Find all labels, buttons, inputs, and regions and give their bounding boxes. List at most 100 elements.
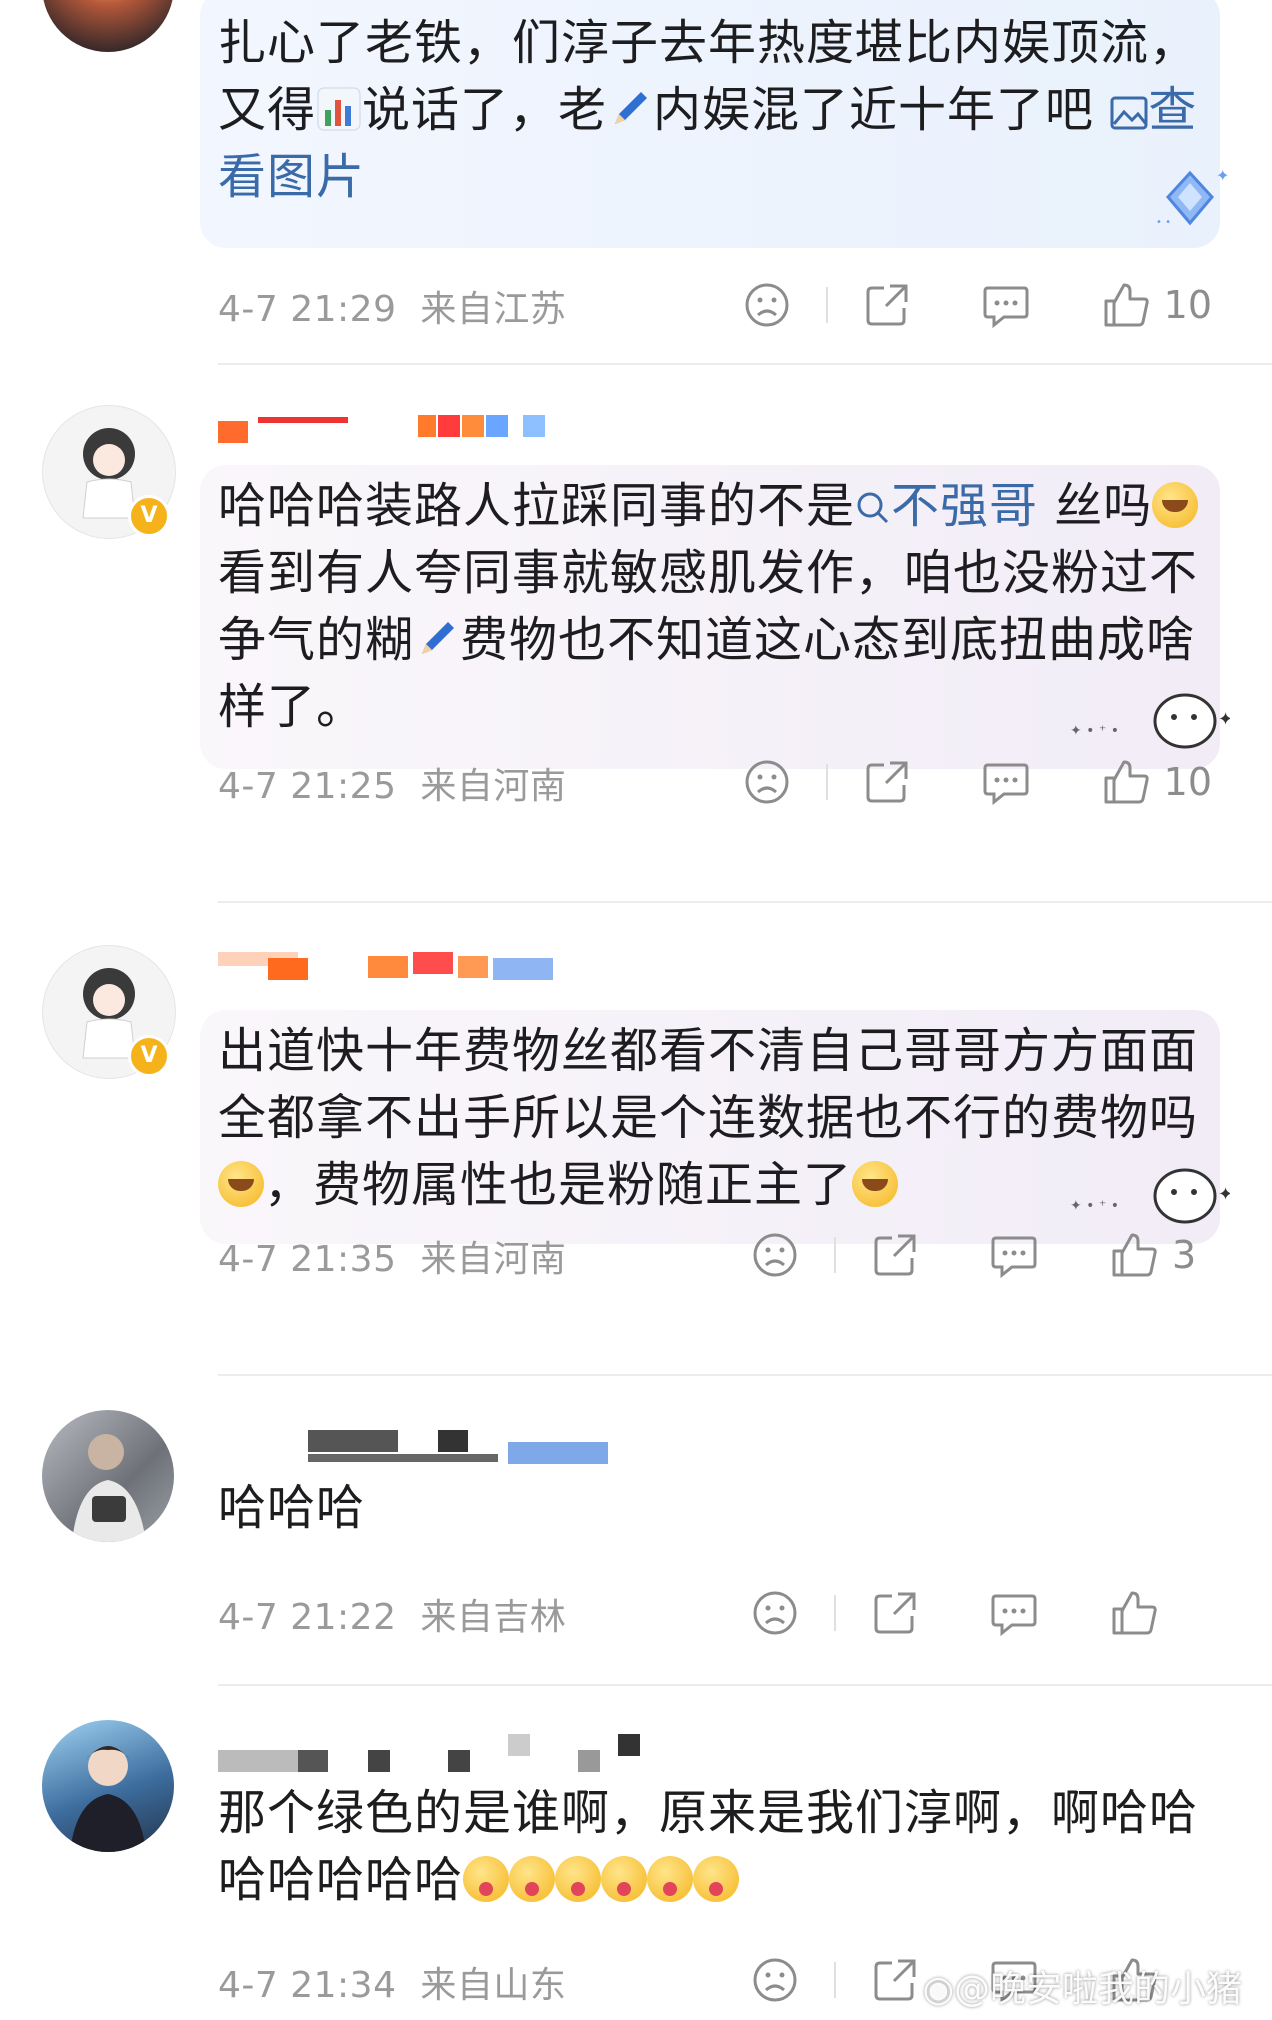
share-icon — [866, 761, 908, 803]
crying-emoji-icon — [852, 1161, 899, 1207]
comment-divider — [218, 1684, 1272, 1686]
avatar[interactable] — [42, 1720, 174, 1852]
comment-text: 扎心了老铁，们淳子去年热度堪比内娱顶流，又得 说话了，老 内娱混了近十年了吧 查看图… — [218, 15, 1199, 205]
tongue-emoji-icon — [693, 1856, 740, 1902]
like-button[interactable]: 10 — [1102, 281, 1212, 329]
sad-face-icon — [753, 1958, 797, 2002]
comment-text: 出道快十年费物丝都看不清自己哥哥方方面面全都拿不出手所以是个连数据也不行的费物吗… — [218, 1023, 1199, 1213]
share-button[interactable] — [864, 282, 910, 328]
comment-bubble-icon — [991, 1594, 1037, 1636]
comment-item: V 哈哈哈装路人拉踩同事的不是 不强哥 丝吗看到有人夸同事就敏感肌发作，咱也没粉过… — [0, 395, 1272, 903]
dislike-button[interactable] — [752, 1232, 798, 1278]
comment-meta: 4-7 21:29 来自江苏 — [218, 289, 567, 330]
thumbs-up-icon — [1112, 1233, 1157, 1277]
pen-emoji-icon — [615, 92, 648, 124]
like-count: 3 — [1172, 1233, 1197, 1277]
sad-face-icon — [745, 760, 789, 804]
share-icon — [874, 1234, 916, 1276]
diamond-sticker-icon: ✦ • • — [1156, 166, 1229, 228]
thumbs-up-icon — [1104, 760, 1149, 804]
tongue-emoji-icon — [555, 1856, 602, 1902]
person-photo-icon — [70, 1746, 146, 1852]
comment-meta: 4-7 21:34 来自山东 — [218, 1965, 567, 2006]
like-button[interactable] — [1110, 1589, 1212, 1637]
svg-text:✦: ✦ — [1218, 1184, 1230, 1205]
tongue-emoji-icon — [601, 1856, 648, 1902]
comment-bubble-icon — [991, 1236, 1037, 1278]
like-count: 10 — [1163, 760, 1212, 804]
comment-actions: 10 — [744, 752, 1212, 812]
divider — [825, 764, 828, 800]
comment-item: V 出道快十年费物丝都看不清自己哥哥方方面面全都拿不出手所以是个连数据也不行的费… — [0, 940, 1272, 1376]
weibo-logo-icon: ◉ — [922, 1969, 954, 2010]
comment-actions: 3 — [752, 1225, 1212, 1285]
dislike-button[interactable] — [752, 1957, 798, 2003]
comment-meta: 4-7 21:35 来自河南 — [218, 1239, 567, 1280]
share-button[interactable] — [872, 1590, 918, 1636]
divider — [834, 1595, 836, 1631]
comment-text: 那个绿色的是谁啊，原来是我们淳啊，啊哈哈哈哈哈哈哈 — [218, 1785, 1199, 1908]
share-button[interactable] — [872, 1232, 918, 1278]
reply-button[interactable] — [990, 1232, 1038, 1278]
like-button[interactable]: 10 — [1102, 758, 1212, 806]
svg-text:✦ • ⁺ •: ✦ • ⁺ • — [1070, 1198, 1119, 1214]
comment-divider — [218, 1374, 1272, 1376]
share-button[interactable] — [864, 759, 910, 805]
image-icon — [1110, 96, 1148, 130]
like-count: 10 — [1163, 283, 1212, 327]
comment-item: 哈哈哈 4-7 21:22 来自吉林 — [0, 1410, 1272, 1690]
reply-button[interactable] — [982, 759, 1030, 805]
bear-sticker-icon: ✦ • ⁺ • ✦ — [1070, 1168, 1230, 1224]
divider — [825, 287, 828, 323]
share-icon — [874, 1959, 916, 2001]
svg-text:• •: • • — [1156, 217, 1171, 228]
topic-mention-link[interactable]: 不强哥 — [855, 478, 1038, 534]
divider — [834, 1237, 836, 1273]
dislike-button[interactable] — [744, 282, 790, 328]
username-redacted — [218, 952, 558, 980]
username-redacted — [218, 415, 558, 443]
comment-text: 哈哈哈 — [218, 1480, 366, 1536]
share-icon — [866, 284, 908, 326]
pen-emoji-icon — [422, 622, 455, 654]
comment-actions: 10 — [744, 275, 1212, 335]
thumbs-up-icon — [1104, 283, 1149, 327]
bar-chart-emoji-icon — [317, 87, 361, 131]
watermark: ◉@晚安啦我的小猪 — [922, 1969, 1242, 2010]
dislike-button[interactable] — [744, 759, 790, 805]
comment-item: 扎心了老铁，们淳子去年热度堪比内娱顶流，又得 说话了，老 内娱混了近十年了吧 查看图… — [0, 0, 1272, 365]
svg-text:✦ • ⁺ •: ✦ • ⁺ • — [1070, 723, 1119, 739]
sad-face-icon — [745, 283, 789, 327]
svg-text:✦: ✦ — [1216, 166, 1229, 185]
username-redacted — [218, 1734, 648, 1772]
tongue-emoji-icon — [463, 1856, 510, 1902]
comment-actions — [752, 1583, 1212, 1643]
comment-meta: 4-7 21:22 来自吉林 — [218, 1597, 567, 1638]
verified-badge: V — [128, 1035, 170, 1077]
reply-button[interactable] — [982, 282, 1030, 328]
verified-badge: V — [128, 495, 170, 537]
comment-meta: 4-7 21:25 来自河南 — [218, 766, 567, 807]
comment-bubble-icon — [983, 763, 1029, 805]
comment-bubble-icon — [983, 286, 1029, 328]
sad-face-icon — [753, 1591, 797, 1635]
svg-text:✦: ✦ — [1218, 709, 1230, 730]
crying-emoji-icon — [1152, 482, 1199, 528]
dislike-button[interactable] — [752, 1590, 798, 1636]
comment-divider — [218, 363, 1272, 365]
avatar[interactable] — [42, 1410, 174, 1542]
share-icon — [874, 1592, 916, 1634]
comment-text: 哈哈哈装路人拉踩同事的不是 不强哥 丝吗看到有人夸同事就敏感肌发作，咱也没粉过不争… — [218, 478, 1199, 735]
sad-face-icon — [753, 1233, 797, 1277]
tongue-emoji-icon — [509, 1856, 556, 1902]
thumbs-up-icon — [1112, 1591, 1157, 1635]
reply-button[interactable] — [990, 1590, 1038, 1636]
man-photo-icon — [72, 1434, 146, 1542]
bear-sticker-icon: ✦ • ⁺ • ✦ — [1070, 693, 1230, 749]
crying-emoji-icon — [218, 1161, 264, 1207]
share-button[interactable] — [872, 1957, 918, 2003]
comment-divider — [218, 901, 1272, 903]
avatar[interactable] — [42, 0, 174, 52]
tongue-emoji-icon — [647, 1856, 694, 1902]
like-button[interactable]: 3 — [1110, 1231, 1212, 1279]
